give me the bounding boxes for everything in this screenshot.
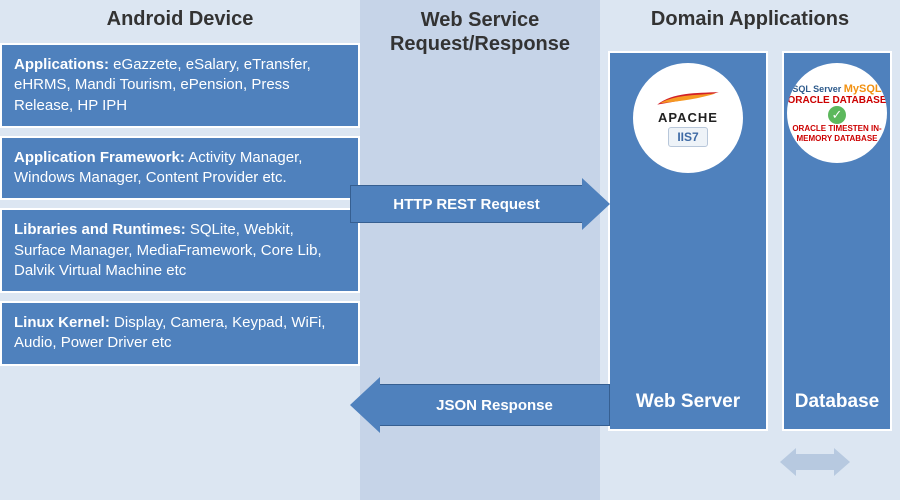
- layer-title: Libraries and Runtimes:: [14, 221, 186, 238]
- header-web-service: Web Service Request/Response: [360, 0, 600, 68]
- layer-title: Linux Kernel:: [14, 314, 110, 331]
- arrow-json-response: JSON Response: [360, 380, 600, 430]
- column-web-service: Web Service Request/Response HTTP REST R…: [360, 0, 600, 500]
- web-server-label: Web Server: [636, 331, 740, 413]
- arrow-left-icon: JSON Response: [350, 380, 610, 430]
- arrow-request-label: HTTP REST Request: [393, 196, 539, 213]
- domain-boxes-row: APACHE IIS7 Web Server SQL Server MySQL …: [600, 51, 900, 431]
- header-domain: Domain Applications: [600, 0, 900, 43]
- web-server-logos: APACHE IIS7: [633, 63, 743, 173]
- double-arrow-icon: [780, 448, 850, 476]
- column-domain-applications: Domain Applications APACHE IIS7 Web Serv…: [600, 0, 900, 500]
- database-label: Database: [795, 331, 880, 413]
- layer-title: Applications:: [14, 56, 109, 73]
- box-web-server: APACHE IIS7 Web Server: [608, 51, 768, 431]
- arrowhead-right-icon: [834, 448, 850, 476]
- apache-feather-icon: [653, 90, 723, 108]
- arrowhead-right-icon: [582, 178, 610, 230]
- layer-linux-kernel: Linux Kernel: Display, Camera, Keypad, W…: [0, 301, 360, 366]
- box-database: SQL Server MySQL ORACLE DATABASE ✓ ORACL…: [782, 51, 892, 431]
- arrow-http-request: HTTP REST Request: [360, 182, 600, 232]
- check-icon: ✓: [828, 106, 846, 124]
- oracle-timesten-logo-text: ORACLE TIMESTEN IN-MEMORY DATABASE: [792, 124, 881, 143]
- database-logos: SQL Server MySQL ORACLE DATABASE ✓ ORACL…: [787, 63, 887, 163]
- arrowhead-left-icon: [780, 448, 796, 476]
- iis7-logo: IIS7: [668, 127, 707, 147]
- column-android-device: Android Device Applications: eGazzete, e…: [0, 0, 360, 500]
- sqlserver-logo-text: SQL Server: [792, 84, 841, 94]
- android-stack: Applications: eGazzete, eSalary, eTransf…: [0, 43, 360, 366]
- apache-logo-text: APACHE: [658, 110, 718, 125]
- architecture-diagram: Android Device Applications: eGazzete, e…: [0, 0, 900, 500]
- arrow-right-icon: HTTP REST Request: [350, 182, 610, 226]
- arrow-response-label: JSON Response: [436, 397, 553, 414]
- layer-libraries-runtimes: Libraries and Runtimes: SQLite, Webkit, …: [0, 208, 360, 293]
- layer-title: Application Framework:: [14, 149, 185, 166]
- header-android: Android Device: [0, 0, 360, 43]
- layer-applications: Applications: eGazzete, eSalary, eTransf…: [0, 43, 360, 128]
- layer-application-framework: Application Framework: Activity Manager,…: [0, 136, 360, 201]
- arrowhead-left-icon: [350, 377, 380, 433]
- oracle-logo-text: ORACLE DATABASE: [787, 95, 886, 106]
- mysql-logo-text: MySQL: [844, 83, 882, 95]
